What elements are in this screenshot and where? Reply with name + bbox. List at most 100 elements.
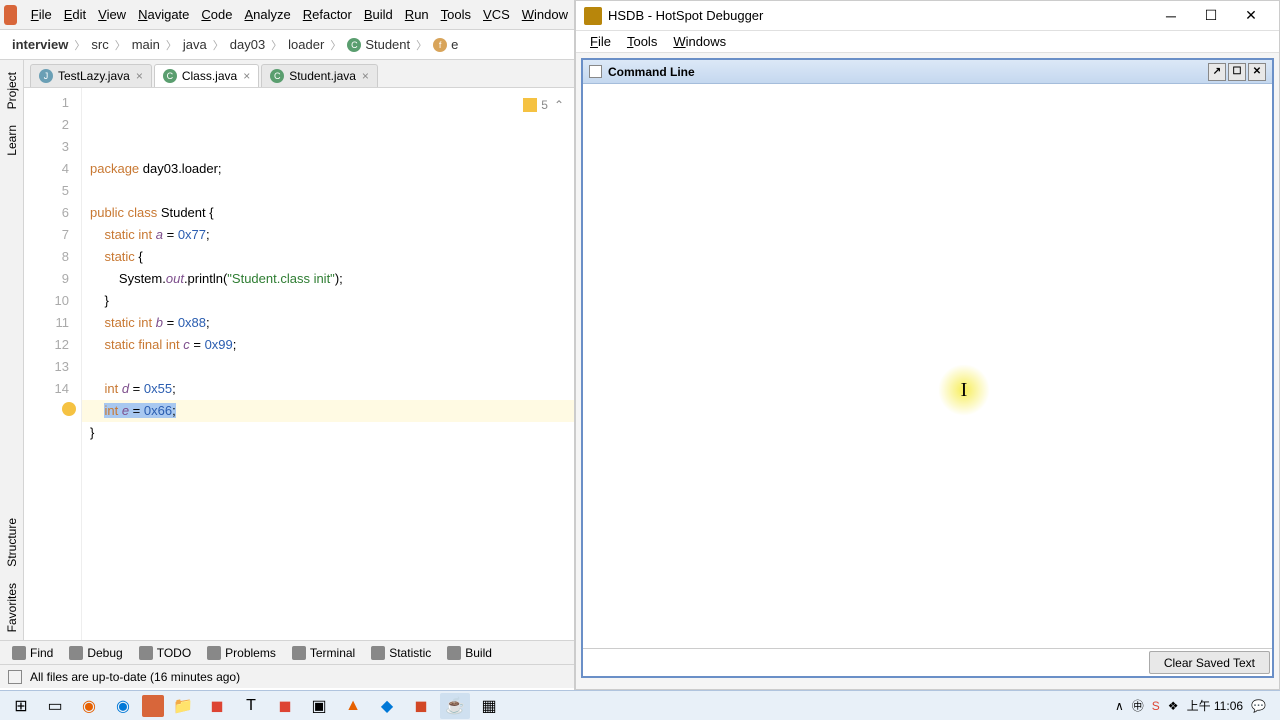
bottom-tab-terminal[interactable]: Terminal <box>284 646 363 660</box>
intellij-taskbar-icon[interactable] <box>142 695 164 717</box>
task-view-icon[interactable]: ▭ <box>40 693 70 719</box>
breadcrumb-loader[interactable]: loader <box>284 37 328 52</box>
close-icon[interactable]: × <box>243 69 250 83</box>
code-line-14[interactable] <box>82 444 574 466</box>
minimize-panel-button[interactable]: ↗ <box>1208 63 1226 81</box>
side-tab-learn[interactable]: Learn <box>3 117 21 164</box>
close-icon[interactable]: × <box>362 69 369 83</box>
menu-window[interactable]: Window <box>516 7 574 22</box>
ime-icon[interactable]: ㊥ <box>1132 697 1144 714</box>
breadcrumb-interview[interactable]: interview <box>8 37 72 52</box>
breadcrumb-student[interactable]: CStudent <box>343 37 414 52</box>
code-area[interactable]: 5 ⌃ package day03.loader; public class S… <box>82 88 574 640</box>
bottom-tab-statistic[interactable]: Statistic <box>363 646 439 660</box>
maximize-panel-button[interactable]: ☐ <box>1228 63 1246 81</box>
code-line-9[interactable]: static final int c = 0x99; <box>82 334 574 356</box>
bottom-tab-debug[interactable]: Debug <box>61 646 130 660</box>
breadcrumb-java[interactable]: java <box>179 37 211 52</box>
breadcrumb-day03[interactable]: day03 <box>226 37 269 52</box>
maximize-button[interactable]: ☐ <box>1191 2 1231 30</box>
tab-testlazy-java[interactable]: JTestLazy.java× <box>30 64 152 87</box>
code-line-1[interactable]: package day03.loader; <box>82 158 574 180</box>
calculator-icon[interactable]: ▦ <box>474 693 504 719</box>
explorer-icon[interactable]: 📁 <box>168 693 198 719</box>
menu-code[interactable]: Code <box>195 7 238 22</box>
close-panel-button[interactable]: ✕ <box>1248 63 1266 81</box>
warning-icon <box>523 98 537 112</box>
status-icon <box>8 670 22 684</box>
menu-refactor[interactable]: Refactor <box>297 7 358 22</box>
code-line-8[interactable]: static int b = 0x88; <box>82 312 574 334</box>
tab-student-java[interactable]: CStudent.java× <box>261 64 378 87</box>
menu-analyze[interactable]: Analyze <box>238 7 296 22</box>
warning-count: 5 <box>541 94 548 116</box>
code-line-4[interactable]: static int a = 0x77; <box>82 224 574 246</box>
hsdb-menu-windows[interactable]: Windows <box>665 34 734 49</box>
code-line-6[interactable]: System.out.println("Student.class init")… <box>82 268 574 290</box>
panel-checkbox-icon[interactable] <box>589 65 602 78</box>
intention-bulb-icon[interactable] <box>62 402 76 416</box>
code-line-12[interactable]: int e = 0x66; <box>82 400 574 422</box>
inspection-indicator[interactable]: 5 ⌃ <box>523 94 564 116</box>
app-icon-1[interactable]: ◼ <box>202 693 232 719</box>
gutter: 1234567891011121314 <box>24 88 82 640</box>
breadcrumb-src[interactable]: src <box>87 37 112 52</box>
edge-icon[interactable]: ◉ <box>108 693 138 719</box>
minimize-button[interactable]: ─ <box>1151 2 1191 30</box>
tab-class-java[interactable]: CClass.java× <box>154 64 259 87</box>
code-line-11[interactable]: int d = 0x55; <box>82 378 574 400</box>
app-icon-2[interactable]: T <box>236 693 266 719</box>
app-icon-3[interactable]: ◼ <box>270 693 300 719</box>
menu-view[interactable]: View <box>92 7 132 22</box>
menu-file[interactable]: File <box>25 7 58 22</box>
app-icon-4[interactable]: ▲ <box>338 693 368 719</box>
side-tab-project[interactable]: Project <box>3 64 21 117</box>
menu-vcs[interactable]: VCS <box>477 7 516 22</box>
code-line-10[interactable] <box>82 356 574 378</box>
breadcrumb-main[interactable]: main <box>128 37 164 52</box>
tray-chevron-icon[interactable]: ∧ <box>1115 699 1124 713</box>
breadcrumb-e[interactable]: fe <box>429 37 462 52</box>
clear-saved-text-button[interactable]: Clear Saved Text <box>1149 651 1270 674</box>
bottom-tab-todo[interactable]: TODO <box>131 646 199 660</box>
menu-tools[interactable]: Tools <box>435 7 477 22</box>
hsdb-title: HSDB - HotSpot Debugger <box>608 8 1151 23</box>
java-taskbar-icon[interactable]: ☕ <box>440 693 470 719</box>
powerpoint-icon[interactable]: ◼ <box>406 693 436 719</box>
close-icon[interactable]: × <box>136 69 143 83</box>
bottom-tab-build[interactable]: Build <box>439 646 500 660</box>
command-input[interactable] <box>583 649 1147 676</box>
vscode-icon[interactable]: ◆ <box>372 693 402 719</box>
code-line-5[interactable]: static { <box>82 246 574 268</box>
code-line-2[interactable] <box>82 180 574 202</box>
code-line-3[interactable]: public class Student { <box>82 202 574 224</box>
tray-icon-2[interactable]: ❖ <box>1168 699 1179 713</box>
menu-edit[interactable]: Edit <box>58 7 92 22</box>
command-line-panel: Command Line ↗ ☐ ✕ I Clear Saved Text <box>581 58 1274 678</box>
bottom-tab-problems[interactable]: Problems <box>199 646 284 660</box>
menu-navigate[interactable]: Navigate <box>132 7 195 22</box>
panel-title: Command Line <box>608 65 1206 79</box>
hsdb-window: HSDB - HotSpot Debugger ─ ☐ ✕ FileToolsW… <box>575 0 1280 690</box>
command-output[interactable]: I <box>583 84 1272 648</box>
code-line-13[interactable]: } <box>82 422 574 444</box>
tray-icon-1[interactable]: S <box>1152 699 1160 713</box>
side-tab-structure[interactable]: Structure <box>3 510 21 575</box>
bottom-tab-find[interactable]: Find <box>4 646 61 660</box>
firefox-icon[interactable]: ◉ <box>74 693 104 719</box>
editor[interactable]: 1234567891011121314 5 ⌃ package day03.lo… <box>24 88 574 640</box>
hsdb-menu-tools[interactable]: Tools <box>619 34 665 49</box>
code-line-7[interactable]: } <box>82 290 574 312</box>
hsdb-menu-file[interactable]: File <box>582 34 619 49</box>
start-button[interactable]: ⊞ <box>6 693 36 719</box>
hsdb-menubar: FileToolsWindows <box>576 31 1279 53</box>
file-tabs: JTestLazy.java×CClass.java×CStudent.java… <box>24 60 574 88</box>
side-tab-favorites[interactable]: Favorites <box>3 575 21 640</box>
menu-run[interactable]: Run <box>399 7 435 22</box>
close-button[interactable]: ✕ <box>1231 2 1271 30</box>
menu-build[interactable]: Build <box>358 7 399 22</box>
terminal-icon[interactable]: ▣ <box>304 693 334 719</box>
notifications-icon[interactable]: 💬 <box>1251 699 1266 713</box>
system-tray[interactable]: ∧ ㊥ S ❖ 上午 11:06 💬 <box>1111 697 1276 714</box>
clock[interactable]: 上午 11:06 <box>1187 697 1243 714</box>
